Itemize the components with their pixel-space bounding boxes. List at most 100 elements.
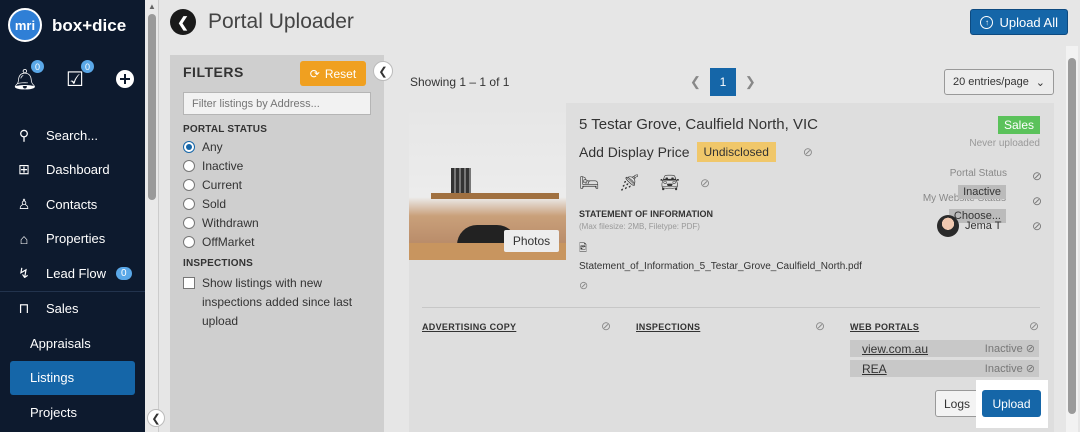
address-filter-input[interactable] — [183, 92, 371, 115]
radio-label: Withdrawn — [202, 215, 259, 230]
sidebar-scroll-thumb[interactable] — [148, 14, 156, 200]
sidebar-collapse-button[interactable]: ❮ — [147, 409, 165, 427]
nav-label: Appraisals — [30, 335, 91, 351]
bed-icon: 🛏︎ — [579, 175, 600, 192]
entries-per-page-select[interactable]: 20 entries/page ⌄ — [944, 69, 1054, 95]
listing-agent[interactable]: Jema T — [937, 215, 1001, 237]
brand-name: box+dice — [52, 16, 127, 35]
listing-address[interactable]: 5 Testar Grove, Caulfield North, VIC — [579, 116, 818, 133]
main-scroll-thumb[interactable] — [1068, 58, 1076, 414]
chevron-left-icon: ❮ — [177, 13, 189, 30]
main-nav: ⚲ Search... ⊞ Dashboard ♙ Contacts ⌂ Propert… — [0, 118, 145, 430]
new-inspections-checkbox[interactable]: Show listings with new inspections added… — [183, 274, 371, 331]
web-portals-link[interactable]: WEB PORTALS — [850, 322, 919, 332]
nav-listings[interactable]: Listings — [10, 360, 135, 395]
upload-button[interactable]: Upload — [982, 390, 1041, 417]
notifications-button[interactable]: 🔔︎ 0 — [12, 60, 44, 92]
portal-name[interactable]: view.com.au — [862, 342, 928, 356]
nav-sales[interactable]: ⊓ Sales — [0, 292, 145, 327]
soi-heading: STATEMENT OF INFORMATION — [579, 209, 713, 219]
portal-row: view.com.au Inactive ⊘ — [850, 340, 1039, 357]
page-number[interactable]: 1 — [709, 68, 736, 96]
chevron-left-icon: ❮ — [378, 65, 388, 78]
checkbox-label: Show listings with new inspections added… — [202, 276, 353, 328]
results-count: Showing 1 – 1 of 1 — [410, 75, 510, 89]
radio-circle[interactable] — [183, 140, 195, 153]
status-radio-withdrawn[interactable]: Withdrawn — [183, 215, 371, 230]
logs-button[interactable]: Logs — [935, 390, 979, 417]
status-radio-offmarket[interactable]: OffMarket — [183, 234, 371, 249]
portal-status-label: Portal Status — [949, 168, 1007, 179]
main-scrollbar[interactable] — [1066, 46, 1078, 432]
brand-logo[interactable]: mri — [8, 8, 42, 42]
reset-button[interactable]: ⟳ Reset — [300, 61, 366, 86]
nav-lead-flow[interactable]: ↯ Lead Flow 0 — [0, 256, 145, 291]
display-price-badge: Undisclosed — [696, 142, 776, 162]
radio-circle[interactable] — [183, 235, 195, 248]
upload-all-label: Upload All — [999, 14, 1058, 30]
nav-projects[interactable]: Projects — [0, 395, 145, 430]
portal-status-text: Inactive — [984, 363, 1023, 375]
photos-button[interactable]: Photos — [504, 230, 559, 252]
radio-label: OffMarket — [202, 234, 255, 249]
soi-filename[interactable]: Statement_of_Information_5_Testar_Grove_… — [579, 261, 862, 272]
photo-books — [451, 168, 471, 193]
portal-name[interactable]: REA — [862, 362, 887, 376]
not-uploaded-icon: ⊘ — [601, 319, 612, 333]
nav-dashboard[interactable]: ⊞ Dashboard — [0, 153, 145, 188]
radio-circle[interactable] — [183, 159, 195, 172]
advertising-copy-link[interactable]: ADVERTISING COPY — [422, 322, 516, 332]
upload-highlight: Upload — [976, 380, 1048, 428]
tasks-button[interactable]: ☑ 0 — [62, 60, 94, 92]
radio-label: Inactive — [202, 158, 244, 173]
display-price-label[interactable]: Add Display Price — [579, 144, 690, 160]
nav-properties[interactable]: ⌂ Properties — [0, 222, 145, 257]
search-icon: ⚲ — [18, 126, 30, 143]
filters-collapse-button[interactable]: ❮ — [373, 61, 393, 81]
radio-circle[interactable] — [183, 216, 195, 229]
upload-state: Never uploaded — [969, 138, 1040, 149]
checkbox-box[interactable] — [183, 277, 195, 289]
quick-actions: 🔔︎ 0 ☑ 0 — [12, 60, 138, 92]
not-uploaded-icon: ⊘ — [1031, 219, 1042, 233]
not-uploaded-icon: ⊘ — [802, 145, 813, 159]
person-icon: ♙ — [17, 195, 31, 212]
page-title: Portal Uploader — [208, 10, 354, 33]
status-radio-inactive[interactable]: Inactive — [183, 158, 371, 173]
inspections-heading: INSPECTIONS — [183, 258, 253, 269]
listing-card: Photos 5 Testar Grove, Caulfield North, … — [409, 103, 1054, 432]
radio-label: Current — [202, 177, 243, 192]
radio-circle[interactable] — [183, 197, 195, 210]
nav-contacts[interactable]: ♙ Contacts — [0, 187, 145, 222]
back-button[interactable]: ❮ — [170, 9, 196, 35]
listing-type-badge: Sales — [997, 116, 1040, 134]
notifications-badge: 0 — [31, 60, 44, 73]
sidebar-scrollbar[interactable]: ▲ — [145, 0, 159, 432]
features-row: 🛏︎ 🚿︎ 🚘︎ ⊘ — [579, 173, 710, 193]
listing-photo[interactable]: Photos — [409, 103, 566, 260]
add-button[interactable] — [112, 66, 138, 92]
not-uploaded-icon: ⊘ — [1025, 343, 1035, 355]
nav-label: Properties — [46, 231, 106, 247]
radio-circle[interactable] — [183, 178, 195, 191]
next-page-icon[interactable]: ❯ — [745, 74, 756, 90]
filters-panel: FILTERS ⟳Reset PORTAL STATUS Any Inactiv… — [170, 55, 384, 432]
portal-status-text: Inactive — [984, 343, 1023, 355]
nav-label: Dashboard — [46, 162, 110, 178]
nav-appraisals[interactable]: Appraisals — [0, 326, 145, 361]
status-radio-sold[interactable]: Sold — [183, 196, 371, 211]
reset-label: Reset — [324, 66, 357, 81]
soi-hint: (Max filesize: 2MB, Filetype: PDF) — [579, 222, 700, 231]
scroll-up-icon[interactable]: ▲ — [148, 2, 156, 11]
pdf-file-icon[interactable]: 🖻︎ — [579, 241, 587, 258]
nav-search[interactable]: ⚲ Search... — [0, 118, 145, 153]
car-icon: 🚘︎ — [659, 175, 680, 192]
inspections-link[interactable]: INSPECTIONS — [636, 322, 700, 332]
prev-page-icon[interactable]: ❮ — [690, 74, 701, 90]
nav-label: Sales — [46, 301, 79, 317]
status-radio-current[interactable]: Current — [183, 177, 371, 192]
status-radio-any[interactable]: Any — [183, 139, 371, 154]
nav-label: Contacts — [46, 196, 98, 212]
upload-all-button[interactable]: ↑ Upload All — [970, 9, 1068, 35]
portal-status-value[interactable]: Inactive — [958, 185, 1006, 199]
